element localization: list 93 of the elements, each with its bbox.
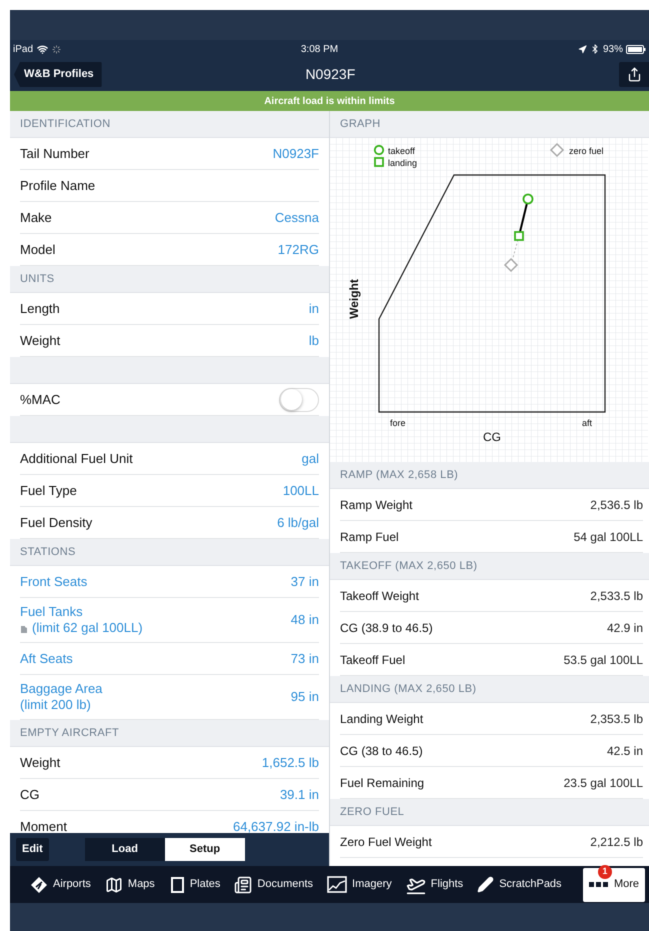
page-title: N0923F xyxy=(305,65,356,84)
tab-bar-item[interactable]: Flights xyxy=(400,868,470,902)
row-value[interactable]: Cessna xyxy=(274,208,319,228)
segment-tab[interactable]: Load xyxy=(84,838,165,861)
section-header: STATIONS xyxy=(20,544,76,560)
row-label: Fuel Type xyxy=(20,482,77,500)
document-icon xyxy=(234,876,252,894)
row-label: CG (38.9 to 46.5) xyxy=(340,620,433,636)
tab-bar-item[interactable]: Imagery xyxy=(321,868,398,902)
row-label: Make xyxy=(20,208,52,227)
row-label: Landing Weight xyxy=(340,710,424,728)
row-value: 53.5 gal 100LL xyxy=(564,652,643,668)
row-label: Tail Number xyxy=(20,144,90,163)
tab-bar-item[interactable]: Documents xyxy=(228,868,320,902)
row-label: Ramp Fuel xyxy=(340,528,399,546)
clock: 3:08 PM xyxy=(300,42,338,56)
section-header: GRAPH xyxy=(340,116,380,132)
status-banner: Aircraft load is within limits xyxy=(10,91,649,111)
section-header: TAKEOFF (MAX 2,650 LB) xyxy=(340,558,478,574)
station-name[interactable]: Aft Seats xyxy=(20,650,73,666)
row-label: Fuel Density xyxy=(20,514,92,532)
row-value[interactable]: lb xyxy=(308,330,319,350)
row-label: Takeoff Fuel xyxy=(340,652,406,668)
tab-bar-item[interactable]: ScratchPads xyxy=(471,868,568,902)
row-value: 42.9 in xyxy=(606,620,643,636)
station-arm[interactable]: 37 in xyxy=(290,572,319,592)
segment-tab[interactable]: Setup xyxy=(164,838,245,861)
row-value: 54 gal 100LL xyxy=(574,528,643,546)
row-value: 2,533.5 lb xyxy=(590,588,643,604)
map-icon xyxy=(104,876,123,894)
battery-percent: 93% xyxy=(602,42,623,56)
row-value[interactable]: 39.1 in xyxy=(280,784,319,804)
tab-bar-item[interactable]: Plates xyxy=(162,868,226,902)
row-value[interactable]: 64,637.92 in-lb xyxy=(232,816,319,833)
station-arm[interactable]: 48 in xyxy=(290,610,319,630)
station-limit: (limit 62 gal 100LL) xyxy=(32,620,143,636)
section-header: IDENTIFICATION xyxy=(20,116,110,132)
chart-image-icon xyxy=(327,876,348,893)
row-value: 2,353.5 lb xyxy=(590,710,643,728)
station-arm[interactable]: 73 in xyxy=(290,648,319,668)
row-label: Profile Name xyxy=(20,176,96,195)
battery-icon xyxy=(626,44,646,54)
wifi-icon xyxy=(37,44,48,54)
row-label: Length xyxy=(20,300,60,318)
row-value: 2,536.5 lb xyxy=(590,496,643,514)
station-limit: (limit 200 lb) xyxy=(20,697,91,713)
row-label: CG xyxy=(20,786,40,804)
row-label: Additional Fuel Unit xyxy=(20,450,133,468)
row-value[interactable]: N0923F xyxy=(272,144,319,164)
toggle-switch[interactable] xyxy=(279,388,319,412)
row-label: Weight xyxy=(20,754,60,772)
row-value[interactable]: 1,652.5 lb xyxy=(262,752,319,772)
row-label: Fuel Remaining xyxy=(340,774,424,792)
row-value: 23.5 gal 100LL xyxy=(564,774,643,792)
row-value[interactable]: in xyxy=(308,298,319,318)
row-label: Weight xyxy=(20,332,60,350)
spinner-icon xyxy=(52,44,62,54)
row-label: Ramp Weight xyxy=(340,496,412,514)
row-value[interactable]: 172RG xyxy=(278,240,319,260)
row-label: %MAC xyxy=(20,390,60,409)
cg-envelope-drawing: takeoff landing zero fuel Weight fore aft CG xyxy=(330,138,648,462)
notification-badge: 1 xyxy=(598,864,612,878)
section-header: EMPTY AIRCRAFT xyxy=(20,726,119,741)
location-icon xyxy=(578,44,587,54)
row-label: Model xyxy=(20,240,56,259)
section-header: LANDING (MAX 2,650 LB) xyxy=(340,682,476,697)
tab-bar-item[interactable]: Airports xyxy=(24,868,97,902)
row-label: Takeoff Weight xyxy=(340,588,419,604)
back-button[interactable]: W&B Profiles xyxy=(14,62,102,87)
station-name[interactable]: Baggage Area xyxy=(20,681,102,697)
section-header: ZERO FUEL xyxy=(340,804,404,820)
row-label: CG (38 to 46.5) xyxy=(340,742,423,760)
row-label: Zero Fuel Weight xyxy=(340,834,432,850)
device-name: iPad xyxy=(13,42,34,56)
row-value[interactable]: 100LL xyxy=(282,480,319,500)
tab-bar-item[interactable]: More 1 xyxy=(582,868,645,902)
station-name[interactable]: Front Seats xyxy=(20,574,88,590)
row-value[interactable]: 6 lb/gal xyxy=(277,512,319,532)
edit-button[interactable]: Edit xyxy=(16,838,49,861)
share-button[interactable] xyxy=(619,62,649,87)
pencil-icon xyxy=(477,876,494,893)
row-label: Moment xyxy=(20,818,67,833)
section-header: RAMP (MAX 2,658 LB) xyxy=(340,468,458,483)
row-value[interactable]: gal xyxy=(302,448,319,468)
station-arm[interactable]: 95 in xyxy=(290,687,319,707)
row-value: 2,212.5 lb xyxy=(590,834,643,850)
station-name[interactable]: Fuel Tanks xyxy=(20,604,143,620)
section-header: UNITS xyxy=(20,272,54,287)
tab-bar-item[interactable]: Maps xyxy=(98,868,161,902)
row-value: 42.5 in xyxy=(606,742,643,760)
more-dots-icon xyxy=(588,882,609,888)
share-icon xyxy=(626,67,642,82)
bluetooth-icon xyxy=(590,44,600,54)
